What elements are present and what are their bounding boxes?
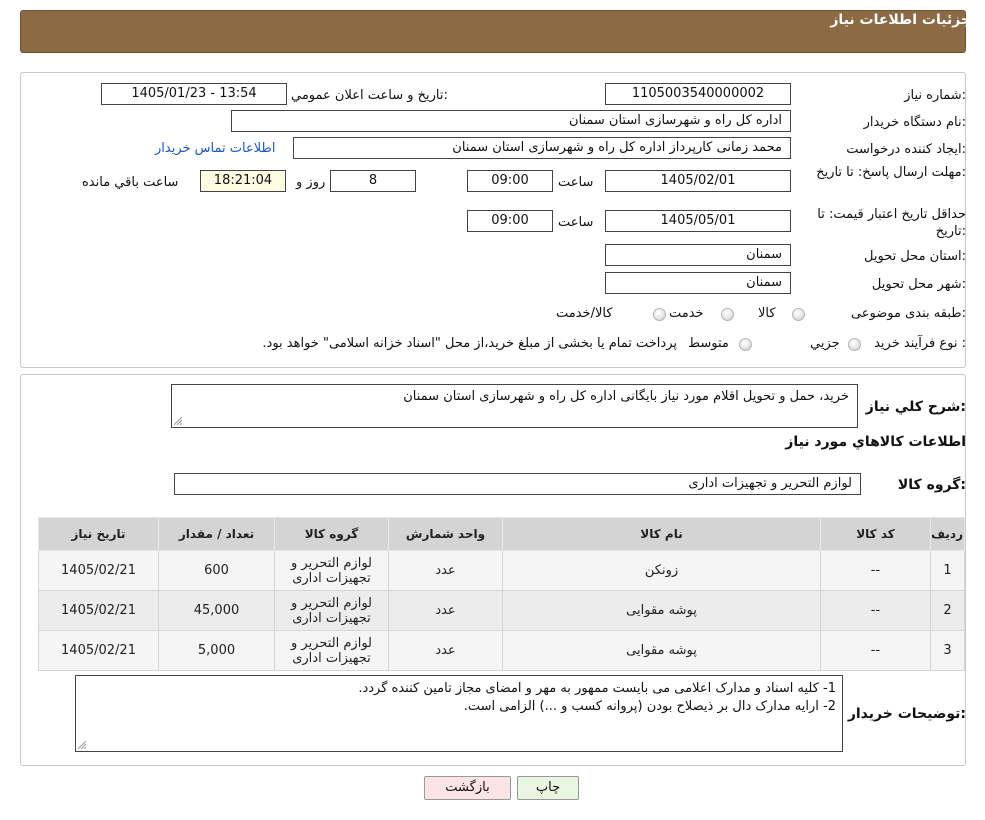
table-row: 3 -- پوشه مقوایی عدد لوازم التحرير و تجه…	[38, 630, 965, 671]
table-row: 2 -- پوشه مقوایی عدد لوازم التحرير و تجه…	[38, 590, 965, 631]
cell-group: لوازم التحرير و تجهيزات اداری	[274, 590, 389, 631]
print-button[interactable]: چاپ	[517, 776, 579, 800]
category-option-goods: کالا	[758, 306, 776, 321]
cell-name: پوشه مقوایی	[502, 590, 821, 631]
col-header-unit: واحد شمارش	[388, 517, 503, 551]
cell-name: زونکن	[502, 550, 821, 591]
cell-unit: عدد	[388, 550, 503, 591]
cell-quantity: 45,000	[158, 590, 275, 631]
need-number-field: 1105003540000002	[605, 83, 791, 105]
category-radio-service[interactable]	[721, 308, 734, 321]
resize-grip-icon[interactable]	[78, 741, 86, 749]
validity-time-field: 09:00	[467, 210, 553, 232]
description-text: خرید، حمل و تحویل اقلام مورد نیاز بایگان…	[403, 389, 849, 404]
goods-group-label: گروه کالا:	[897, 477, 966, 493]
days-field: 8	[330, 170, 416, 192]
need-number-label: شماره نیاز:	[904, 88, 966, 103]
buyer-notes-textarea[interactable]: 1- کلیه اسناد و مدارک اعلامی می بایست مم…	[75, 675, 843, 752]
cell-unit: عدد	[388, 590, 503, 631]
remaining-time-field: 18:21:04	[200, 170, 286, 192]
description-textarea[interactable]: خرید، حمل و تحویل اقلام مورد نیاز بایگان…	[171, 384, 858, 428]
items-table-wrapper: رديف کد کالا نام کالا واحد شمارش گروه کا…	[38, 517, 965, 671]
province-label: استان محل تحويل:	[864, 249, 966, 264]
goods-info-title: اطلاعات کالاهاي مورد نياز	[785, 434, 966, 450]
process-radio-minor[interactable]	[848, 338, 861, 351]
description-label: شرح کلي نياز:	[865, 399, 966, 415]
cell-code: --	[820, 630, 931, 671]
cell-need-date: 1405/02/21	[38, 550, 159, 591]
col-header-group: گروه کالا	[274, 517, 389, 551]
cell-row-number: 1	[930, 550, 965, 591]
requester-field: محمد زمانی کارپرداز اداره کل راه و شهرسا…	[293, 137, 791, 159]
page-header	[20, 10, 966, 53]
buyer-org-label: نام دستگاه خريدار:	[863, 115, 966, 130]
deadline-time-label: ساعت	[558, 175, 594, 190]
announce-label: تاریخ و ساعت اعلان عمومي:	[291, 88, 448, 103]
cell-group: لوازم التحرير و تجهيزات اداری	[274, 630, 389, 671]
cell-code: --	[820, 590, 931, 631]
category-option-service: خدمت	[669, 306, 704, 321]
buyer-org-field: اداره کل راه و شهرسازی استان سمنان	[231, 110, 791, 132]
process-option-minor: جزيي	[810, 336, 840, 351]
cell-group: لوازم التحرير و تجهيزات اداری	[274, 550, 389, 591]
buyer-notes-line-2: 2- ارایه مدارک دال بر ذیصلاح بودن (پروان…	[463, 699, 836, 714]
cell-row-number: 3	[930, 630, 965, 671]
days-label: روز و	[296, 175, 326, 190]
col-header-name: نام کالا	[502, 517, 821, 551]
col-header-need-date: تاريخ نياز	[38, 517, 159, 551]
process-label: نوع فرآيند خريد :	[874, 336, 966, 351]
process-radio-medium[interactable]	[739, 338, 752, 351]
page-title: جزئیات اطلاعات نیاز	[830, 12, 971, 28]
cell-need-date: 1405/02/21	[38, 590, 159, 631]
remaining-label: ساعت باقي مانده	[82, 175, 179, 190]
cell-quantity: 5,000	[158, 630, 275, 671]
category-radio-goods[interactable]	[792, 308, 805, 321]
category-option-goods-service: کالا/خدمت	[556, 306, 613, 321]
validity-label: حداقل تاريخ اعتبار قيمت: تا تاريخ:	[817, 207, 966, 239]
buyer-notes-line-1: 1- کلیه اسناد و مدارک اعلامی می بایست مم…	[358, 681, 836, 696]
announce-field: 1405/01/23 - 13:54	[101, 83, 287, 105]
process-option-medium: متوسط	[688, 336, 729, 351]
province-field: سمنان	[605, 244, 791, 266]
buyer-notes-label: توضيحات خريدار:	[847, 706, 966, 722]
back-button[interactable]: بازگشت	[424, 776, 511, 800]
col-header-row-number: رديف	[930, 517, 965, 551]
validity-time-label: ساعت	[558, 215, 594, 230]
city-label: شهر محل تحويل:	[871, 277, 966, 292]
cell-name: پوشه مقوایی	[502, 630, 821, 671]
table-row: 1 -- زونکن عدد لوازم التحرير و تجهيزات ا…	[38, 550, 965, 591]
cell-row-number: 2	[930, 590, 965, 631]
cell-unit: عدد	[388, 630, 503, 671]
resize-grip-icon[interactable]	[174, 417, 182, 425]
payment-note: پرداخت تمام يا بخشی از مبلغ خريد،از محل …	[262, 336, 677, 351]
validity-date-field: 1405/05/01	[605, 210, 791, 232]
city-field: سمنان	[605, 272, 791, 294]
items-table: رديف کد کالا نام کالا واحد شمارش گروه کا…	[38, 517, 965, 671]
deadline-label: مهلت ارسال پاسخ: تا تاريخ:	[816, 165, 966, 180]
cell-code: --	[820, 550, 931, 591]
cell-quantity: 600	[158, 550, 275, 591]
cell-need-date: 1405/02/21	[38, 630, 159, 671]
category-radio-goods-service[interactable]	[653, 308, 666, 321]
requester-label: ايجاد کننده درخواست:	[846, 142, 966, 157]
buyer-contact-link[interactable]: اطلاعات تماس خريدار	[155, 141, 275, 156]
table-header-row: رديف کد کالا نام کالا واحد شمارش گروه کا…	[38, 517, 965, 551]
col-header-code: کد کالا	[820, 517, 931, 551]
category-label: طبقه بندی موضوعی:	[850, 306, 966, 321]
goods-group-field: لوازم التحرير و تجهيزات اداری	[174, 473, 861, 495]
deadline-date-field: 1405/02/01	[605, 170, 791, 192]
col-header-quantity: تعداد / مقدار	[158, 517, 275, 551]
deadline-time-field: 09:00	[467, 170, 553, 192]
